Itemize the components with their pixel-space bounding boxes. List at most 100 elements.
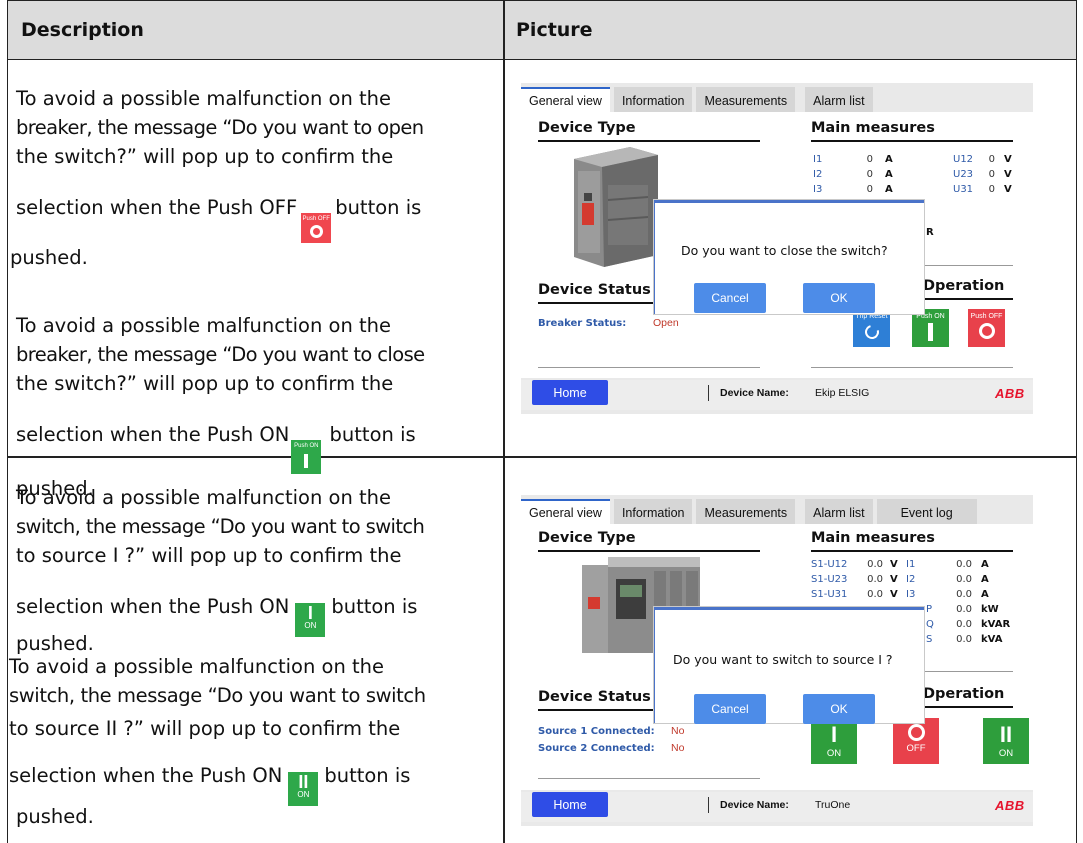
- device-status-title: Device Status: [538, 282, 651, 298]
- text-line: to source Ι ?” will pop up to confirm th…: [16, 544, 402, 567]
- button-label: OFF: [906, 743, 926, 754]
- tab-event-log[interactable]: Event log: [876, 499, 977, 524]
- source2-on-button[interactable]: II ON: [983, 718, 1029, 764]
- tab-alarm-list[interactable]: Alarm list: [805, 87, 873, 112]
- breaker-status-label: Breaker Status:: [538, 318, 627, 329]
- text-line: breaker, the message “Do you want to clo…: [16, 343, 425, 366]
- source2-on-button-icon: II ON: [288, 772, 319, 806]
- text-line: pushed.: [16, 805, 94, 828]
- measure-value: 0.0: [956, 559, 972, 570]
- abb-logo: ABB: [995, 386, 1025, 401]
- measure-unit: A: [981, 589, 989, 600]
- measure-value: 0.0: [956, 619, 972, 630]
- text-line: the switch?” will pop up to confirm the: [16, 145, 394, 168]
- source1-on-button-icon: I ON: [295, 603, 326, 637]
- measure-unit: A: [981, 574, 989, 585]
- section-rule: [538, 140, 760, 142]
- text-line: To avoid a possible malfunction on the: [16, 87, 392, 110]
- row1-paragraph-close: To avoid a possible malfunction on the b…: [16, 311, 425, 503]
- tab-information[interactable]: Information: [613, 499, 693, 524]
- tab-general-view[interactable]: General view: [521, 87, 610, 112]
- header-description: Description: [21, 19, 144, 41]
- text-fragment: button is: [324, 764, 411, 787]
- push-on-button-icon: Push ON: [291, 440, 322, 474]
- button-label: ON: [826, 748, 842, 759]
- button-symbol: II: [298, 772, 309, 792]
- button-label: Push ON: [294, 443, 319, 449]
- power-off-ring-icon: [907, 724, 925, 741]
- tab-measurements[interactable]: Measurements: [696, 499, 796, 524]
- general-view-panel: Device Type Main measures I1 0 A I2 0 A …: [521, 112, 1033, 378]
- header-picture: Picture: [516, 19, 593, 41]
- measure-value: 0.0: [867, 589, 883, 600]
- text-line: To avoid a possible malfunction on the: [16, 314, 392, 337]
- ok-button[interactable]: OK: [803, 694, 875, 724]
- text-fragment: selection when the Push ON: [9, 764, 283, 787]
- home-button[interactable]: Home: [532, 792, 608, 817]
- source2-connected-value: No: [671, 742, 685, 754]
- power-off-ring-icon: [309, 225, 323, 238]
- tab-general-view[interactable]: General view: [521, 499, 610, 524]
- text-line: to source II ?” will pop up to confirm t…: [9, 717, 401, 740]
- footer-bar: Home Device Name: Ekip ELSIG ABB: [521, 380, 1033, 410]
- tab-bar: General view Information Measurements Al…: [521, 495, 1033, 524]
- device-status-title: Device Status: [538, 689, 651, 705]
- source1-connected-value: No: [671, 725, 685, 737]
- measure-unit: A: [885, 184, 893, 195]
- measure-unit: V: [890, 589, 898, 600]
- measure-label: Q: [926, 619, 934, 630]
- tab-bar: General view Information Measurements Al…: [521, 83, 1033, 112]
- row2-paragraph-source1: To avoid a possible malfunction on the s…: [9, 483, 426, 831]
- measure-label: S1-U23: [811, 574, 848, 585]
- measure-label: I1: [906, 559, 916, 570]
- text-fragment: button is: [331, 595, 418, 618]
- tab-alarm-list[interactable]: Alarm list: [805, 499, 873, 524]
- tab-information[interactable]: Information: [613, 87, 693, 112]
- device-name-value: TruOne: [815, 799, 851, 811]
- trip-reset-button[interactable]: Trip Reset: [853, 309, 890, 347]
- power-on-bar-icon: [928, 323, 933, 341]
- button-symbol: I: [307, 603, 313, 623]
- measure-unit: kVA: [981, 634, 1003, 645]
- button-symbol: I: [830, 722, 838, 747]
- button-label: Push OFF: [970, 313, 1003, 320]
- ok-button[interactable]: OK: [803, 283, 875, 313]
- device-name-label: Device Name:: [720, 387, 789, 399]
- cancel-button[interactable]: Cancel: [694, 283, 766, 313]
- measure-label: S: [926, 634, 933, 645]
- device-type-title: Device Type: [538, 120, 636, 136]
- measure-unit: V: [1004, 184, 1012, 195]
- measure-label: U23: [953, 169, 974, 180]
- text-line: switch, the message “Do you want to swit…: [9, 684, 426, 707]
- tab-measurements[interactable]: Measurements: [696, 87, 796, 112]
- divider: [538, 778, 760, 779]
- confirm-dialog: Do you want to close the switch? Cancel …: [654, 200, 924, 314]
- measure-value: 0.0: [956, 574, 972, 585]
- home-button[interactable]: Home: [532, 380, 608, 405]
- dialog-message: Do you want to switch to source Ι ?: [673, 652, 893, 667]
- source1-on-button[interactable]: I ON: [811, 718, 857, 764]
- measure-unit: V: [890, 574, 898, 585]
- divider: [811, 367, 1013, 368]
- table-header: Description Picture: [8, 0, 1076, 60]
- measure-value: 0.0: [956, 634, 972, 645]
- main-measures-title: Main measures: [811, 120, 935, 136]
- push-on-button[interactable]: Push ON: [912, 309, 949, 347]
- push-off-button[interactable]: Push OFF: [968, 309, 1005, 347]
- cancel-button[interactable]: Cancel: [694, 694, 766, 724]
- text-fragment: selection when the Push OFF: [16, 196, 298, 219]
- measure-value: 0: [866, 184, 873, 195]
- push-off-button-icon: Push OFF: [301, 213, 332, 243]
- measure-unit: A: [885, 154, 893, 165]
- breaker-status-value: Open: [653, 317, 679, 329]
- off-button[interactable]: OFF: [893, 718, 939, 764]
- text-fragment: selection when the Push ON: [16, 423, 290, 446]
- main-measures-title: Main measures: [811, 530, 935, 546]
- measure-value: 0.0: [956, 604, 972, 615]
- measure-unit: kW: [981, 604, 999, 615]
- text-line: To avoid a possible malfunction on the: [16, 486, 392, 509]
- measure-value: 0: [988, 154, 995, 165]
- device-name-value: Ekip ELSIG: [815, 387, 870, 399]
- measure-label: I2: [906, 574, 916, 585]
- measure-label: I3: [813, 184, 823, 195]
